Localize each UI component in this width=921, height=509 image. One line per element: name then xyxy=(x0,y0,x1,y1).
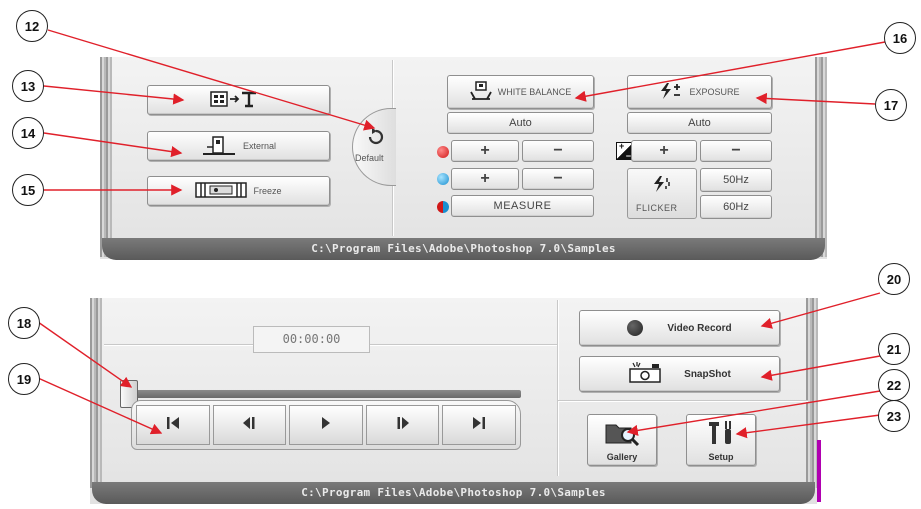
callout-14: 14 xyxy=(12,117,44,149)
callout-22-number: 22 xyxy=(886,377,902,393)
arrow-20 xyxy=(760,292,881,329)
arrow-14 xyxy=(43,132,183,158)
arrow-16 xyxy=(574,41,886,102)
callout-22: 22 xyxy=(878,369,910,401)
callout-21-number: 21 xyxy=(886,341,902,357)
callout-20: 20 xyxy=(878,263,910,295)
callout-18-number: 18 xyxy=(16,315,32,331)
arrow-13 xyxy=(43,85,185,105)
callout-16: 16 xyxy=(884,22,916,54)
callout-arrows xyxy=(37,29,886,439)
callout-20-number: 20 xyxy=(886,271,902,287)
callout-15-number: 15 xyxy=(20,182,36,198)
callout-19-number: 19 xyxy=(16,371,32,387)
callout-17-number: 17 xyxy=(883,97,899,113)
arrow-19 xyxy=(37,377,163,435)
callout-13-number: 13 xyxy=(20,78,36,94)
arrow-17 xyxy=(755,92,876,105)
callout-23-number: 23 xyxy=(886,408,902,424)
callout-21: 21 xyxy=(878,333,910,365)
arrow-18 xyxy=(37,321,133,388)
arrow-12 xyxy=(47,29,376,131)
callout-16-number: 16 xyxy=(892,30,908,46)
callout-13: 13 xyxy=(12,70,44,102)
callout-19: 19 xyxy=(8,363,40,395)
arrow-22 xyxy=(626,390,881,436)
callout-18: 18 xyxy=(8,307,40,339)
callout-12: 12 xyxy=(16,10,48,42)
callout-17: 17 xyxy=(875,89,907,121)
callout-23: 23 xyxy=(878,400,910,432)
callout-12-number: 12 xyxy=(24,18,40,34)
callout-15: 15 xyxy=(12,174,44,206)
arrow-21 xyxy=(760,355,881,381)
callout-14-number: 14 xyxy=(20,125,36,141)
arrow-23 xyxy=(735,414,881,439)
